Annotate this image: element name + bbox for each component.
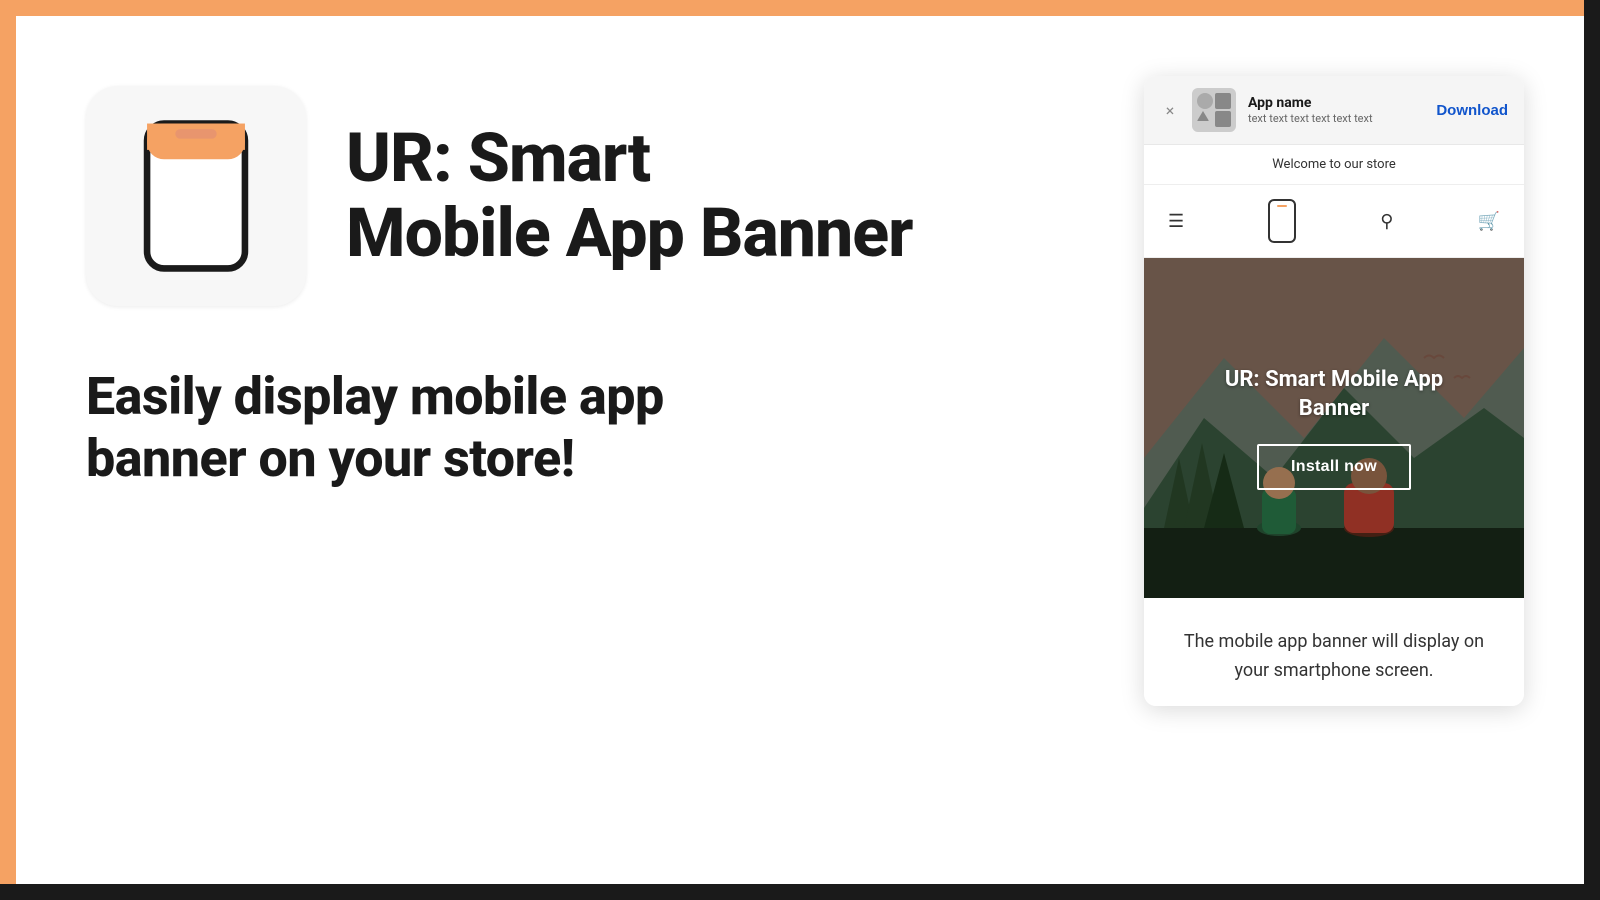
app-title: UR: Smart Mobile App Banner xyxy=(346,121,913,271)
app-info: App name text text text text text text xyxy=(1248,95,1424,125)
app-desc-text: text text text text text text xyxy=(1248,112,1424,125)
outer-frame: UR: Smart Mobile App Banner Easily displ… xyxy=(0,0,1600,900)
icon-circle xyxy=(1197,93,1213,109)
app-icon-container xyxy=(86,86,306,306)
app-icon-small xyxy=(1192,88,1236,132)
store-welcome: Welcome to our store xyxy=(1144,145,1524,185)
app-header: UR: Smart Mobile App Banner xyxy=(86,86,1104,306)
right-stripe xyxy=(1584,0,1600,900)
app-title-line1: UR: Smart xyxy=(346,118,650,198)
app-name-text: App name xyxy=(1248,95,1424,111)
app-subtitle: Easily display mobile app banner on your… xyxy=(86,366,786,491)
left-section: UR: Smart Mobile App Banner Easily displ… xyxy=(86,76,1104,491)
app-title-block: UR: Smart Mobile App Banner xyxy=(346,121,913,271)
top-stripe xyxy=(0,0,1600,16)
banner-overlay: UR: Smart Mobile App Banner Install now xyxy=(1144,258,1524,598)
main-content: UR: Smart Mobile App Banner Easily displ… xyxy=(16,16,1584,884)
app-title-line2: Mobile App Banner xyxy=(346,193,913,273)
close-button[interactable]: × xyxy=(1160,100,1180,120)
hamburger-icon[interactable]: ☰ xyxy=(1168,211,1184,232)
banner-title-line1: UR: Smart Mobile App xyxy=(1225,367,1443,392)
preview-hero: UR: Smart Mobile App Banner Install now xyxy=(1144,258,1524,598)
phone-icon xyxy=(136,116,256,276)
preview-description: The mobile app banner will display on yo… xyxy=(1144,598,1524,706)
app-banner-bar: × App name text text text text text text… xyxy=(1144,76,1524,145)
icon-square2 xyxy=(1215,111,1231,127)
search-icon[interactable]: ⚲ xyxy=(1380,211,1393,232)
right-section: × App name text text text text text text… xyxy=(1144,76,1524,706)
preview-card: × App name text text text text text text… xyxy=(1144,76,1524,706)
store-nav: ☰ ⚲ 🛒 xyxy=(1144,185,1524,258)
icon-square xyxy=(1215,93,1231,109)
icon-triangle xyxy=(1197,111,1209,121)
download-button[interactable]: Download xyxy=(1436,102,1508,119)
phone-nav-icon xyxy=(1268,199,1296,243)
banner-title: UR: Smart Mobile App Banner xyxy=(1225,366,1443,423)
left-stripe xyxy=(0,0,16,900)
cart-icon[interactable]: 🛒 xyxy=(1478,211,1500,232)
bottom-stripe xyxy=(0,884,1600,900)
install-button[interactable]: Install now xyxy=(1257,444,1411,490)
banner-title-line2: Banner xyxy=(1299,396,1369,421)
